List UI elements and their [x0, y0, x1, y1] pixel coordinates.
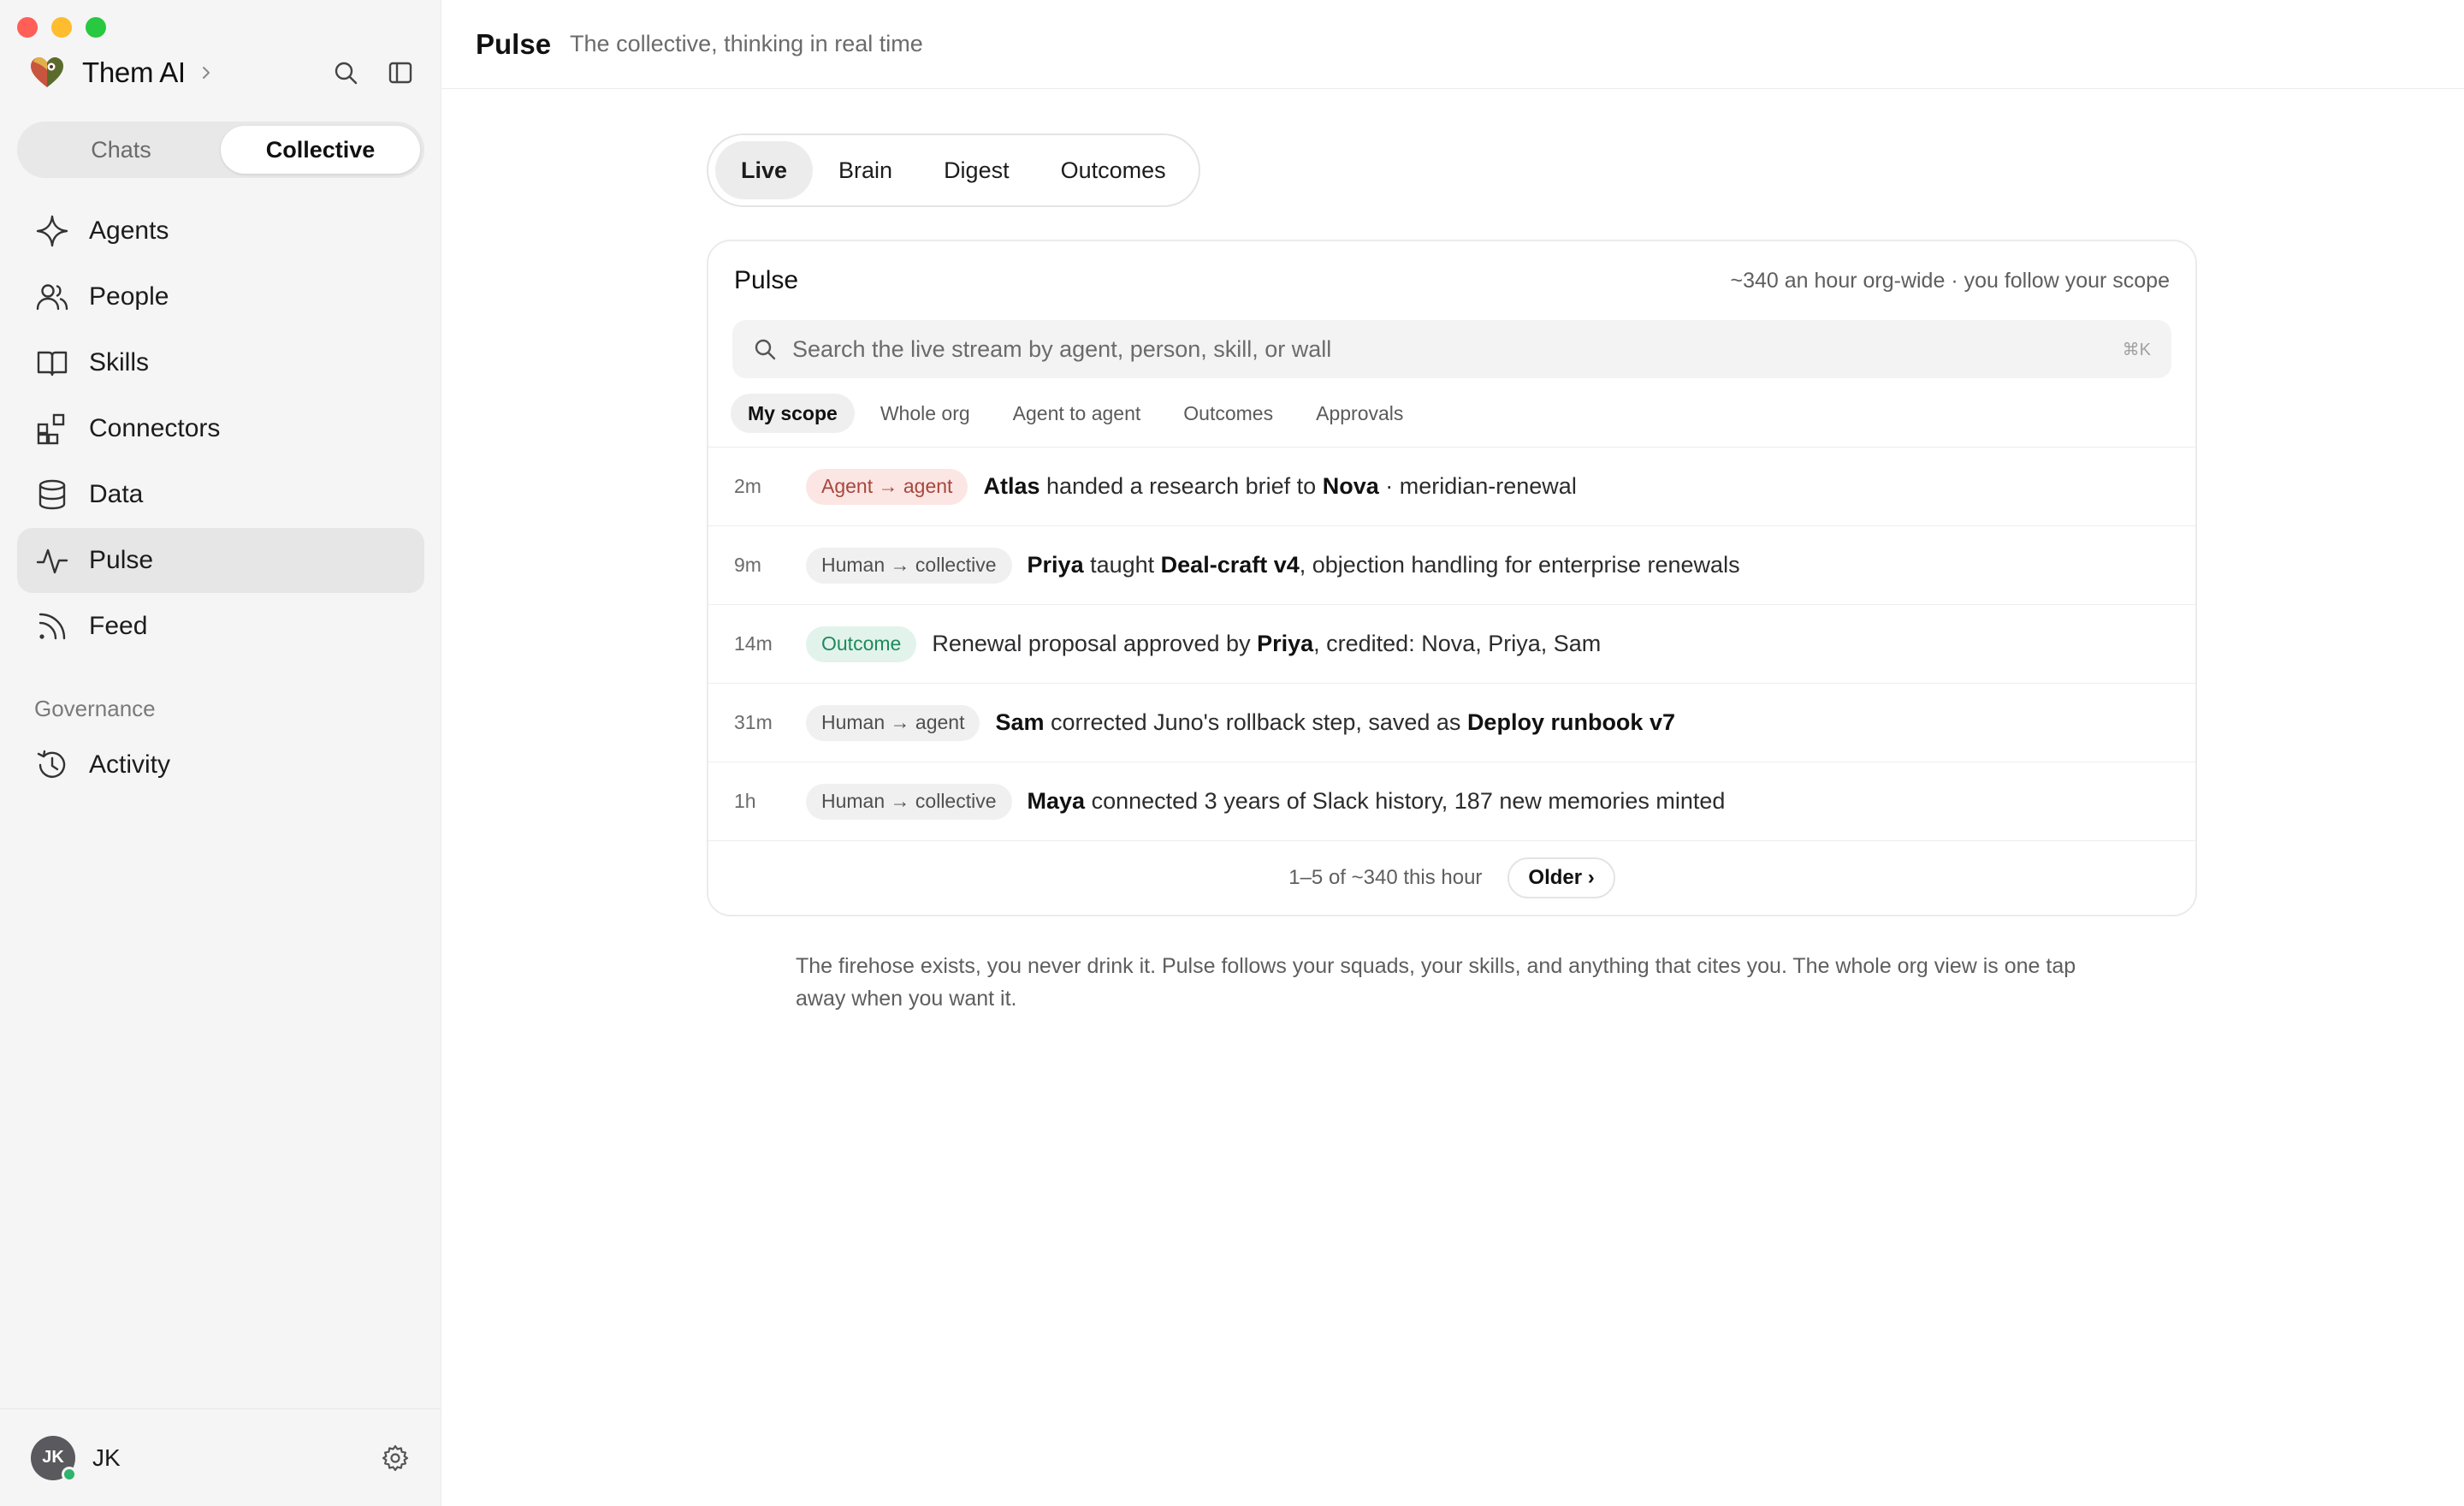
search-shortcut-hint: ⌘K: [2122, 340, 2151, 359]
event-type-badge: Human → collective: [806, 783, 1012, 820]
event-list: 2m Agent → agent Atlas handed a research…: [708, 447, 2195, 841]
sidebar-item-people[interactable]: People: [17, 264, 424, 329]
event-type-badge: Agent → agent: [806, 468, 968, 505]
event-row[interactable]: 2m Agent → agent Atlas handed a research…: [708, 448, 2195, 526]
pulse-icon: [34, 543, 70, 578]
sidebar-item-label: Skills: [89, 348, 150, 376]
sidebar-item-data[interactable]: Data: [17, 462, 424, 527]
stream-search: ⌘K: [732, 320, 2171, 378]
filter-agent-to-agent[interactable]: Agent to agent: [996, 394, 1158, 433]
event-row[interactable]: 14m Outcome Renewal proposal approved by…: [708, 605, 2195, 684]
tab-outcomes[interactable]: Outcomes: [1035, 141, 1192, 199]
sidebar-item-agents[interactable]: Agents: [17, 199, 424, 264]
event-description: Priya taught Deal-craft v4, objection ha…: [1027, 552, 1740, 578]
event-description: Renewal proposal approved by Priya, cred…: [932, 631, 1602, 656]
event-time: 1h: [734, 790, 756, 812]
pagination-count: 1–5 of ~340 this hour: [1288, 866, 1483, 889]
workspace-name: Them AI: [82, 56, 186, 88]
event-type-badge: Outcome: [806, 626, 917, 662]
sidebar-item-label: Pulse: [89, 546, 154, 574]
sidebar-item-connectors[interactable]: Connectors: [17, 396, 424, 461]
sidebar-item-skills[interactable]: Skills: [17, 330, 424, 395]
segment-chats[interactable]: Chats: [21, 126, 221, 174]
event-description: Maya connected 3 years of Slack history,…: [1027, 788, 1726, 814]
sidebar-item-label: Data: [89, 480, 144, 508]
event-time: 31m: [734, 711, 773, 733]
search-icon: [755, 339, 776, 360]
older-button[interactable]: Older ›: [1507, 857, 1615, 898]
sidebar-item-feed[interactable]: Feed: [17, 594, 424, 659]
sidebar-item-label: Feed: [89, 612, 148, 640]
database-icon: [34, 477, 70, 513]
workspace-switcher[interactable]: Them AI: [27, 53, 415, 92]
pulse-stream-card: Pulse ~340 an hour org-wide · you follow…: [707, 240, 2197, 916]
gear-icon[interactable]: [381, 1444, 410, 1473]
user-name: JK: [92, 1444, 121, 1471]
event-time: 2m: [734, 475, 761, 497]
app-window: Them AI Chats Collective Agents People S…: [0, 0, 2464, 1506]
mode-segmented-control: Chats Collective: [17, 122, 424, 178]
view-tabs: Live Brain Digest Outcomes: [707, 133, 1200, 207]
card-header: Pulse ~340 an hour org-wide · you follow…: [708, 241, 2195, 320]
sidebar: Them AI Chats Collective Agents People S…: [0, 0, 441, 1506]
tab-digest[interactable]: Digest: [918, 141, 1035, 199]
close-window-button[interactable]: [17, 17, 38, 38]
window-controls: [17, 17, 106, 38]
people-icon: [34, 279, 70, 315]
event-description: Sam corrected Juno's rollback step, save…: [995, 709, 1675, 735]
filter-outcomes[interactable]: Outcomes: [1166, 394, 1290, 433]
book-icon: [34, 345, 70, 381]
sidebar-item-label: Connectors: [89, 414, 221, 442]
user-profile[interactable]: JK JK: [0, 1408, 441, 1506]
card-title: Pulse: [734, 266, 799, 294]
filter-whole-org[interactable]: Whole org: [863, 394, 987, 433]
sidebar-item-label: Activity: [89, 750, 171, 779]
event-row[interactable]: 1h Human → collective Maya connected 3 y…: [708, 762, 2195, 841]
sidebar-item-pulse[interactable]: Pulse: [17, 528, 424, 593]
scope-filters: My scope Whole org Agent to agent Outcom…: [708, 378, 2195, 447]
online-status-dot: [62, 1466, 77, 1482]
zoom-window-button[interactable]: [86, 17, 106, 38]
main-content: Pulse The collective, thinking in real t…: [441, 0, 2464, 1506]
search-icon: [335, 62, 358, 85]
filter-approvals[interactable]: Approvals: [1299, 394, 1420, 433]
connectors-icon: [34, 411, 70, 447]
stream-rate-info: ~340 an hour org-wide · you follow your …: [1730, 268, 2171, 293]
sidebar-toggle-icon: [388, 62, 412, 84]
segment-collective[interactable]: Collective: [221, 126, 420, 174]
page-title: Pulse: [476, 27, 552, 60]
avatar-initials: JK: [42, 1448, 64, 1467]
page-subtitle: The collective, thinking in real time: [570, 31, 923, 56]
search-button[interactable]: [331, 58, 360, 87]
event-description: Atlas handed a research brief to Nova · …: [983, 473, 1577, 499]
sidebar-item-label: People: [89, 282, 169, 311]
heart-logo-icon: [31, 57, 63, 87]
filter-my-scope[interactable]: My scope: [731, 394, 855, 433]
tab-brain[interactable]: Brain: [813, 141, 918, 199]
stream-search-input[interactable]: [792, 335, 2123, 363]
tab-live[interactable]: Live: [715, 141, 814, 199]
pagination: 1–5 of ~340 this hour Older ›: [708, 841, 2195, 915]
event-type-badge: Human → agent: [806, 704, 980, 741]
sidebar-nav: Agents People Skills Connectors Data Pul…: [17, 199, 424, 798]
history-icon: [34, 747, 70, 783]
sidebar-item-label: Agents: [89, 216, 169, 245]
event-row[interactable]: 31m Human → agent Sam corrected Juno's r…: [708, 684, 2195, 762]
event-row[interactable]: 9m Human → collective Priya taught Deal-…: [708, 526, 2195, 605]
minimize-window-button[interactable]: [51, 17, 72, 38]
governance-section-heading: Governance: [34, 695, 156, 721]
chevron-right-icon: [202, 67, 210, 79]
event-time: 9m: [734, 554, 761, 576]
sidebar-item-activity[interactable]: Activity: [17, 732, 424, 797]
toggle-sidebar-button[interactable]: [386, 58, 415, 87]
avatar[interactable]: JK: [31, 1435, 77, 1482]
event-type-badge: Human → collective: [806, 547, 1012, 584]
rss-icon: [34, 608, 70, 644]
page-header: Pulse The collective, thinking in real t…: [441, 0, 2464, 89]
sparkle-icon: [34, 213, 70, 249]
event-time: 14m: [734, 632, 773, 655]
pulse-explainer: The firehose exists, you never drink it.…: [796, 954, 2076, 1011]
sidebar-actions: [331, 58, 415, 87]
